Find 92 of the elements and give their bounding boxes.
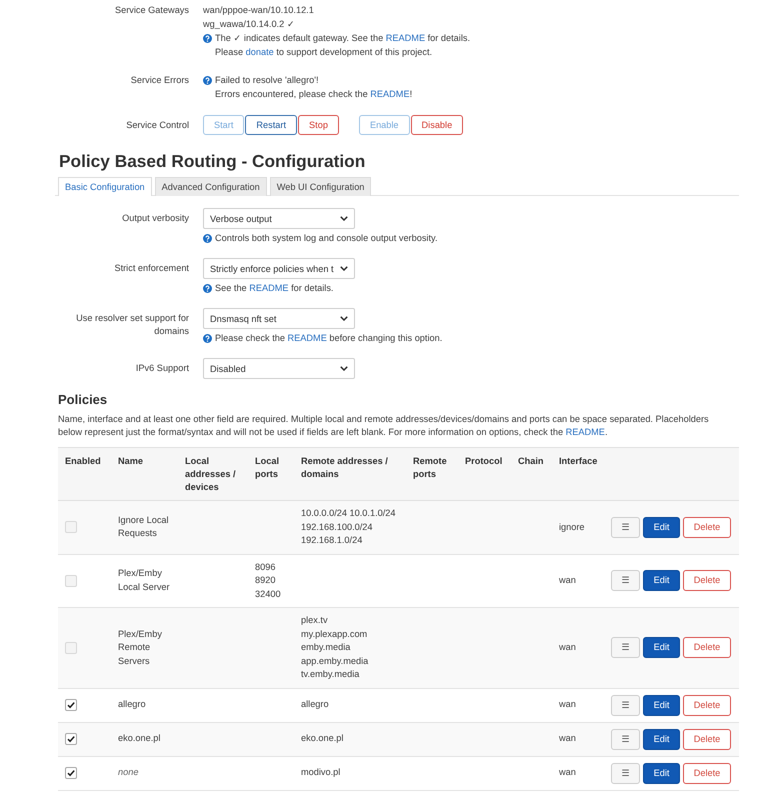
tab[interactable]: Basic Configuration <box>58 177 152 196</box>
service-button[interactable]: Disable <box>410 115 464 135</box>
table-cell: allegro <box>294 688 406 722</box>
edit-button[interactable]: Edit <box>643 762 680 784</box>
table-cell: wan <box>552 608 604 688</box>
edit-button[interactable]: Edit <box>643 694 680 716</box>
column-header: Local addresses / devices <box>178 448 248 500</box>
table-cell: wan <box>552 722 604 756</box>
field-label: Output verbosity <box>121 212 189 225</box>
checkbox[interactable] <box>65 574 77 587</box>
table-cell: modivo.pl <box>294 756 406 790</box>
caret-icon <box>340 216 348 221</box>
help-text: Please check the README before changing this option. <box>215 332 442 345</box>
inline-link[interactable]: README <box>288 333 327 343</box>
gateway-text: wg_wawa/10.14.0.2 ✓ <box>203 18 295 31</box>
drag-handle-button[interactable]: ☰ <box>611 728 640 750</box>
delete-button[interactable]: Delete <box>683 570 731 592</box>
drag-handle-button[interactable]: ☰ <box>611 637 640 658</box>
note-text: Please donate to support development of this project. <box>214 46 432 59</box>
help-icon <box>203 284 212 292</box>
edit-button[interactable]: Edit <box>643 570 680 592</box>
checkbox[interactable] <box>65 733 77 745</box>
table-cell: eko.one.pl <box>111 722 178 756</box>
checkbox[interactable] <box>65 642 77 654</box>
tab[interactable]: Web UI Configuration <box>270 177 372 196</box>
checkbox[interactable] <box>65 699 77 711</box>
column-header: Name <box>111 448 178 500</box>
table-cell: allegro <box>111 688 178 722</box>
inline-link[interactable]: README <box>370 89 410 99</box>
drag-handle-button[interactable]: ☰ <box>611 694 640 716</box>
column-header: Remote ports <box>406 448 458 500</box>
table-cell: ignore <box>552 500 604 554</box>
column-header: Protocol <box>458 448 511 500</box>
table-cell: Ignore Local Requests <box>111 500 178 554</box>
select-field[interactable]: Verbose output <box>203 208 355 229</box>
note-text: Errors encountered, please check the README! <box>214 88 412 101</box>
table-cell: eko.one.pl <box>294 722 406 756</box>
column-header: Local ports <box>248 448 294 500</box>
table-cell: plex.tv my.plexapp.com emby.media app.emby.media tv.emby.media <box>294 608 406 688</box>
edit-button[interactable]: Edit <box>643 728 680 750</box>
delete-button[interactable]: Delete <box>683 694 731 716</box>
help-text: See the README for details. <box>215 282 334 295</box>
service-button[interactable]: Restart <box>245 115 298 135</box>
drag-handle-button[interactable]: ☰ <box>611 570 640 592</box>
column-header: Remote addresses / domains <box>294 448 406 500</box>
drag-handle-button[interactable]: ☰ <box>611 762 640 784</box>
field-label: Service Gateways <box>114 4 189 17</box>
section-title: Policy Based Routing - Configuration <box>59 152 366 170</box>
caret-icon <box>340 366 348 371</box>
delete-button[interactable]: Delete <box>683 637 731 658</box>
description-text: Name, interface and at least one other field are required. Multiple local and remote addresses/devices/domains and ports can be space separated. Placeholders below represent just the format/syntax and will not be used if fields are left blank. For more information on options, check the README. <box>58 413 710 439</box>
column-header: Chain <box>511 448 552 500</box>
service-button[interactable]: Stop <box>298 115 339 135</box>
section-title: Policies <box>58 392 108 408</box>
caret-icon <box>340 266 348 271</box>
field-label: Service Control <box>125 119 189 132</box>
caret-icon <box>340 316 348 321</box>
field-label: IPv6 Support <box>134 362 189 375</box>
table-cell: 10.0.0.0/24 10.0.1.0/24 192.168.100.0/24 192.168.1.0/24 <box>294 500 406 554</box>
drag-handle-button[interactable]: ☰ <box>611 516 640 538</box>
column-header: Interface <box>552 448 604 500</box>
select-field[interactable]: Disabled <box>203 358 355 379</box>
column-header: Enabled <box>58 448 111 500</box>
inline-link[interactable]: README <box>566 427 605 437</box>
field-label: Service Errors <box>130 74 189 87</box>
select-field[interactable]: Strictly enforce policies when t <box>203 258 355 279</box>
delete-button[interactable]: Delete <box>683 762 731 784</box>
edit-button[interactable]: Edit <box>643 637 680 658</box>
field-label: Strict enforcement <box>113 262 189 275</box>
gateway-text: wan/pppoe-wan/10.10.12.1 <box>203 4 314 17</box>
field-label: Use resolver set support for domains <box>75 312 189 338</box>
inline-link[interactable]: README <box>249 283 289 293</box>
help-icon <box>203 234 212 242</box>
table-cell: wan <box>552 688 604 722</box>
note-text: Failed to resolve 'allegro'! <box>215 74 319 87</box>
note-text: The ✓ indicates default gateway. See the README for details. <box>215 32 470 45</box>
table-cell: wan <box>552 756 604 790</box>
help-icon <box>203 334 212 342</box>
table-cell: Plex/Emby Remote Servers <box>111 608 178 688</box>
table-cell: none <box>111 756 178 790</box>
select-field[interactable]: Dnsmasq nft set <box>203 308 355 329</box>
help-icon <box>203 76 212 84</box>
inline-link[interactable]: README <box>386 33 426 43</box>
delete-button[interactable]: Delete <box>683 728 731 750</box>
checkbox[interactable] <box>65 521 77 534</box>
help-text: Controls both system log and console output verbosity. <box>215 232 438 245</box>
tab[interactable]: Advanced Configuration <box>154 177 267 196</box>
help-icon <box>203 34 212 42</box>
delete-button[interactable]: Delete <box>683 516 731 538</box>
edit-button[interactable]: Edit <box>643 516 680 538</box>
checkbox[interactable] <box>65 767 77 779</box>
inline-link[interactable]: donate <box>246 47 274 57</box>
